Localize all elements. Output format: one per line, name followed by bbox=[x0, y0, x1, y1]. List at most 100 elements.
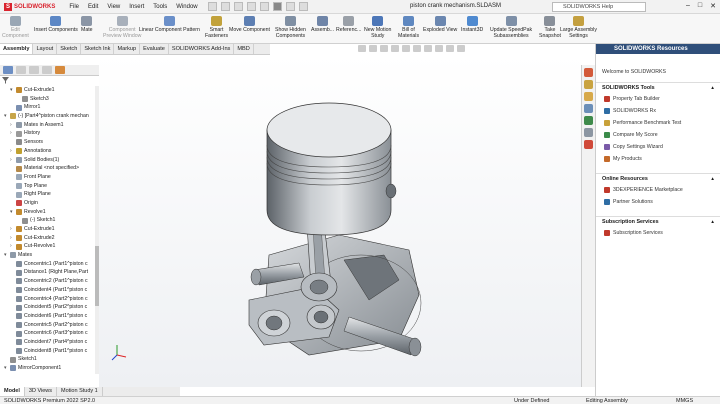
tree-item[interactable]: Concentric5 (Part2^piston c bbox=[0, 321, 97, 330]
feature-manager-icon[interactable] bbox=[3, 66, 13, 74]
tab-evaluate[interactable]: Evaluate bbox=[140, 44, 169, 54]
ribbon-button-16[interactable]: Large Assembly Settings bbox=[560, 16, 597, 39]
minimize-icon[interactable]: – bbox=[686, 2, 690, 10]
task-pane-link[interactable]: My Products bbox=[596, 153, 720, 165]
tree-item[interactable]: ▾ MirrorComponent1 bbox=[0, 364, 97, 373]
ribbon-button-9[interactable]: Referenc... bbox=[336, 16, 361, 33]
file-explorer-icon[interactable] bbox=[584, 92, 593, 101]
tree-item[interactable]: › Cut-Extrude1 bbox=[0, 225, 97, 234]
tab-solidworks-add-ins[interactable]: SOLIDWORKS Add-Ins bbox=[169, 44, 235, 54]
welcome-link[interactable]: Welcome to SOLIDWORKS bbox=[596, 66, 720, 78]
menu-edit[interactable]: Edit bbox=[88, 4, 98, 10]
ribbon-button-4[interactable]: Linear Component Pattern bbox=[139, 16, 200, 33]
tree-item[interactable]: Coincident8 (Part1^piston c bbox=[0, 347, 97, 356]
display-style-icon[interactable] bbox=[413, 45, 421, 52]
scene-icon[interactable] bbox=[446, 45, 454, 52]
tree-item[interactable]: Concentric6 (Part3^piston c bbox=[0, 329, 97, 338]
piston-crank-model[interactable] bbox=[99, 55, 581, 387]
tree-item[interactable]: Coincident7 (Part4^piston c bbox=[0, 338, 97, 347]
tree-item[interactable]: Distance1 (Right Plane,Part bbox=[0, 268, 97, 277]
tree-item[interactable]: Concentric4 (Part2^piston c bbox=[0, 295, 97, 304]
configuration-manager-icon[interactable] bbox=[29, 66, 39, 74]
design-library-icon[interactable] bbox=[584, 80, 593, 89]
ribbon-button-2[interactable]: Mate bbox=[81, 16, 93, 33]
task-pane-link[interactable]: Property Tab Builder bbox=[596, 93, 720, 105]
graphics-area[interactable] bbox=[99, 55, 581, 387]
tab-sketch[interactable]: Sketch bbox=[57, 44, 82, 54]
forum-icon[interactable] bbox=[584, 140, 593, 149]
solidworks-logo[interactable]: S SOLIDWORKS bbox=[4, 2, 55, 11]
task-pane-section-header[interactable]: SOLIDWORKS Tools ▴ bbox=[596, 82, 720, 93]
open-icon[interactable] bbox=[220, 2, 230, 11]
tree-item[interactable]: Coincident6 (Part1^piston c bbox=[0, 312, 97, 321]
custom-properties-icon[interactable] bbox=[584, 128, 593, 137]
task-pane-link[interactable]: Partner Solutions bbox=[596, 196, 720, 208]
tree-item[interactable]: Material <not specified> bbox=[0, 164, 97, 173]
maximize-icon[interactable]: □ bbox=[698, 2, 702, 10]
select-icon[interactable] bbox=[272, 2, 282, 11]
view-orientation-icon[interactable] bbox=[402, 45, 410, 52]
tree-item[interactable]: (-) Sketch1 bbox=[0, 216, 97, 225]
ribbon-button-10[interactable]: New Motion Study bbox=[364, 16, 391, 39]
tab-layout[interactable]: Layout bbox=[33, 44, 58, 54]
task-pane-link[interactable]: SOLIDWORKS Rx bbox=[596, 105, 720, 117]
tree-item[interactable]: Coincident5 (Part2^piston c bbox=[0, 303, 97, 312]
ribbon-button-14[interactable]: Update SpeedPak Subassemblies bbox=[490, 16, 532, 39]
view-palette-icon[interactable] bbox=[584, 104, 593, 113]
ribbon-button-1[interactable]: Insert Components bbox=[34, 16, 78, 33]
collapse-icon[interactable]: ▴ bbox=[711, 219, 714, 225]
zoom-area-icon[interactable] bbox=[369, 45, 377, 52]
tree-item[interactable]: ▾ Cut-Extrude1 bbox=[0, 86, 97, 95]
collapse-icon[interactable]: ▴ bbox=[711, 176, 714, 182]
tree-item[interactable]: › Mates in Assem1 bbox=[0, 121, 97, 130]
menu-tools[interactable]: Tools bbox=[153, 4, 167, 10]
tree-item[interactable]: ▾ Revolve1 bbox=[0, 208, 97, 217]
tree-item[interactable]: › Cut-Extrude2 bbox=[0, 234, 97, 243]
tree-item[interactable]: Origin bbox=[0, 199, 97, 208]
task-pane-link[interactable]: Subscription Services bbox=[596, 227, 720, 239]
print-icon[interactable] bbox=[246, 2, 256, 11]
appearances-icon[interactable] bbox=[584, 116, 593, 125]
task-pane-link[interactable]: Compare My Score bbox=[596, 129, 720, 141]
tree-item[interactable]: Concentric2 (Part1^piston c bbox=[0, 277, 97, 286]
property-manager-icon[interactable] bbox=[16, 66, 26, 74]
filter-icon[interactable] bbox=[0, 76, 10, 85]
tab-markup[interactable]: Markup bbox=[114, 44, 141, 54]
ribbon-button-3[interactable]: Component Preview Window bbox=[103, 16, 141, 39]
task-pane-link[interactable]: Copy Settings Wizard bbox=[596, 141, 720, 153]
collapse-icon[interactable]: ▴ bbox=[711, 85, 714, 91]
tree-item[interactable]: (-) [Part1^piston crank me bbox=[0, 373, 97, 375]
tree-item[interactable]: Front Plane bbox=[0, 173, 97, 182]
view-settings-icon[interactable] bbox=[457, 45, 465, 52]
tree-item[interactable]: Coincident4 (Part1^piston c bbox=[0, 286, 97, 295]
rebuild-icon[interactable] bbox=[285, 2, 295, 11]
tree-item[interactable]: Top Plane bbox=[0, 182, 97, 191]
tree-item[interactable]: Concentric1 (Part1^piston c bbox=[0, 260, 97, 269]
task-pane-section-header[interactable]: Online Resources ▴ bbox=[596, 173, 720, 184]
menu-window[interactable]: Window bbox=[176, 4, 197, 10]
resources-tab-icon[interactable] bbox=[584, 68, 593, 77]
tree-item[interactable]: Right Plane bbox=[0, 190, 97, 199]
close-icon[interactable]: ✕ bbox=[710, 2, 716, 10]
menu-view[interactable]: View bbox=[107, 4, 120, 10]
tree-item[interactable]: › Cut-Revolve1 bbox=[0, 242, 97, 251]
undo-icon[interactable] bbox=[259, 2, 269, 11]
tab-sketch-ink[interactable]: Sketch Ink bbox=[81, 44, 115, 54]
ribbon-button-0[interactable]: Edit Component bbox=[2, 16, 29, 39]
tree-item[interactable]: Sketch1 bbox=[0, 355, 97, 364]
tree-item[interactable]: ▾ (-) [Part4^piston crank mechan bbox=[0, 112, 97, 121]
help-search-input[interactable]: SOLIDWORKS Help bbox=[552, 2, 646, 12]
bottom-tab-3d-views[interactable]: 3D Views bbox=[25, 387, 58, 396]
menu-insert[interactable]: Insert bbox=[129, 4, 144, 10]
tree-item[interactable]: Mirror1 bbox=[0, 103, 97, 112]
task-pane-link[interactable]: 3DEXPERIENCE Marketplace bbox=[596, 184, 720, 196]
ribbon-button-12[interactable]: Exploded View bbox=[423, 16, 457, 33]
ribbon-button-6[interactable]: Move Component bbox=[229, 16, 270, 33]
ribbon-button-8[interactable]: Assemb... bbox=[311, 16, 334, 33]
bottom-tab-motion-study-1[interactable]: Motion Study 1 bbox=[57, 387, 103, 396]
ribbon-button-7[interactable]: Show Hidden Components bbox=[275, 16, 306, 39]
tree-item[interactable]: ▾ Mates bbox=[0, 251, 97, 260]
new-icon[interactable] bbox=[207, 2, 217, 11]
menu-file[interactable]: File bbox=[69, 4, 79, 10]
save-icon[interactable] bbox=[233, 2, 243, 11]
